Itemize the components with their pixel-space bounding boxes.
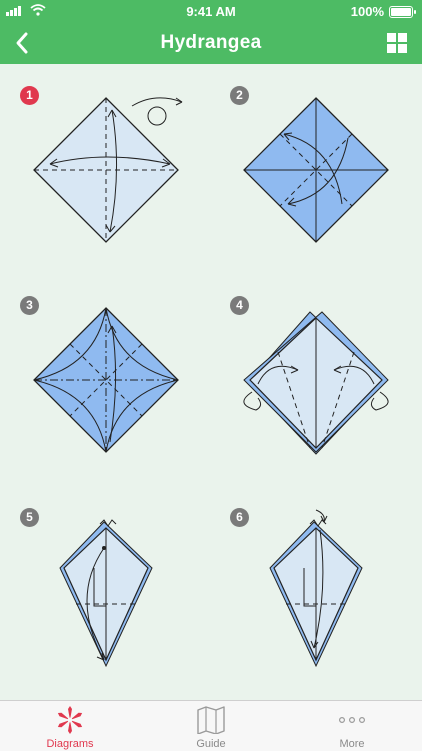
tab-diagrams[interactable]: Diagrams bbox=[0, 701, 140, 751]
tab-more-label: More bbox=[339, 738, 365, 750]
tab-guide[interactable]: Guide bbox=[141, 701, 281, 751]
fold-diagram bbox=[33, 97, 183, 243]
step-3-diagram[interactable]: 3 bbox=[20, 296, 200, 476]
fold-diagram bbox=[243, 97, 389, 243]
step-6-diagram[interactable]: 6 bbox=[230, 508, 410, 688]
fold-diagram bbox=[59, 519, 153, 668]
fold-diagram bbox=[33, 307, 179, 453]
tab-bar: Diagrams Guide More bbox=[0, 700, 422, 751]
grid-view-icon[interactable] bbox=[386, 32, 408, 54]
step-2-diagram[interactable]: 2 bbox=[230, 86, 410, 266]
map-icon bbox=[197, 706, 225, 734]
step-5-diagram[interactable]: 5 bbox=[20, 508, 200, 688]
step-1-diagram[interactable]: 1 bbox=[20, 86, 200, 266]
tab-guide-label: Guide bbox=[196, 738, 226, 750]
more-dots-icon bbox=[338, 717, 366, 724]
nav-bar: Hydrangea bbox=[0, 22, 422, 64]
tab-diagrams-label: Diagrams bbox=[46, 738, 94, 750]
battery-percent: 100% bbox=[350, 4, 384, 19]
battery-icon bbox=[389, 6, 416, 18]
page-title: Hydrangea bbox=[160, 32, 262, 53]
diagram-list: 1 2 3 4 5 6 bbox=[0, 64, 422, 700]
flower-icon bbox=[57, 706, 83, 734]
step-4-diagram[interactable]: 4 bbox=[230, 296, 410, 476]
status-bar: 9:41 AM 100% bbox=[0, 0, 422, 22]
tab-more[interactable]: More bbox=[282, 701, 422, 751]
fold-diagram bbox=[269, 509, 363, 668]
fold-diagram bbox=[243, 311, 389, 455]
